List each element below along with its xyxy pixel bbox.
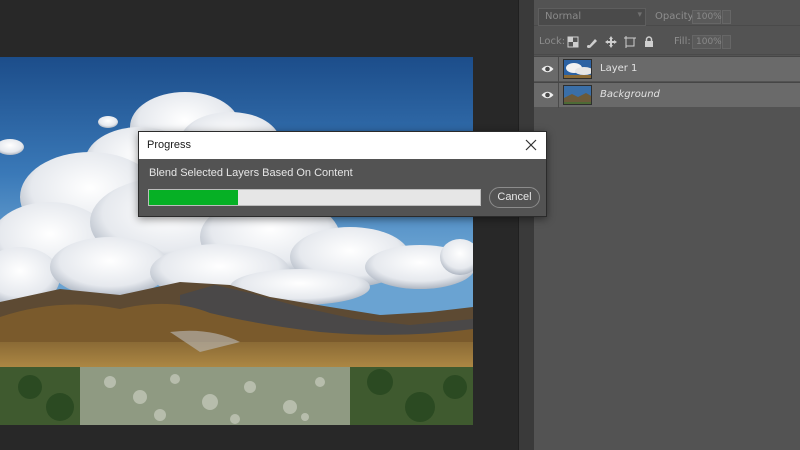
blend-options-row: Normal ▾ Opacity: 100% — [534, 0, 800, 26]
fill-slider-toggle[interactable] — [722, 35, 731, 49]
lock-label: Lock: — [539, 36, 566, 47]
dialog-title: Progress — [147, 139, 192, 151]
chevron-down-icon: ▾ — [637, 10, 642, 20]
canvas-image[interactable] — [0, 57, 473, 425]
visibility-divider — [558, 83, 559, 108]
opacity-slider-toggle[interactable] — [722, 10, 731, 24]
lock-row: Lock: Fill: 100% — [534, 27, 800, 55]
blend-mode-value: Normal — [545, 11, 582, 22]
layer-thumbnail — [563, 59, 592, 79]
visibility-divider — [558, 57, 559, 82]
close-button[interactable] — [522, 136, 540, 154]
landscape-photo — [0, 57, 473, 425]
fill-input[interactable]: 100% — [692, 35, 722, 49]
layer-name[interactable]: Layer 1 — [600, 63, 637, 74]
lock-image-pixels-icon[interactable] — [586, 36, 598, 48]
lock-all-icon[interactable] — [643, 36, 655, 48]
artboard-nesting-icon[interactable] — [624, 36, 636, 48]
blend-mode-select[interactable]: Normal ▾ — [538, 8, 646, 26]
lock-position-icon[interactable] — [605, 36, 617, 48]
layer-name[interactable]: Background — [600, 89, 660, 100]
cancel-button[interactable]: Cancel — [489, 187, 540, 208]
progress-bar — [148, 189, 481, 206]
eye-icon[interactable] — [541, 89, 554, 101]
lock-transparent-pixels-icon[interactable] — [567, 36, 579, 48]
layers-panel: Normal ▾ Opacity: 100% Lock: Fill: 100% — [534, 0, 800, 450]
close-icon — [525, 139, 537, 151]
dialog-titlebar[interactable]: Progress — [139, 132, 546, 159]
layer-row-background[interactable]: Background — [534, 82, 800, 108]
progress-dialog: Progress Blend Selected Layers Based On … — [138, 131, 547, 217]
progress-bar-fill — [149, 190, 239, 205]
layer-thumbnail — [563, 85, 592, 105]
opacity-input[interactable]: 100% — [692, 10, 722, 24]
fill-label: Fill: — [674, 36, 691, 47]
document-workspace[interactable] — [0, 0, 518, 450]
eye-icon[interactable] — [541, 63, 554, 75]
layer-row-layer-1[interactable]: Layer 1 — [534, 56, 800, 82]
panel-divider[interactable] — [518, 0, 534, 450]
progress-message: Blend Selected Layers Based On Content — [149, 167, 353, 179]
opacity-label: Opacity: — [655, 11, 697, 22]
